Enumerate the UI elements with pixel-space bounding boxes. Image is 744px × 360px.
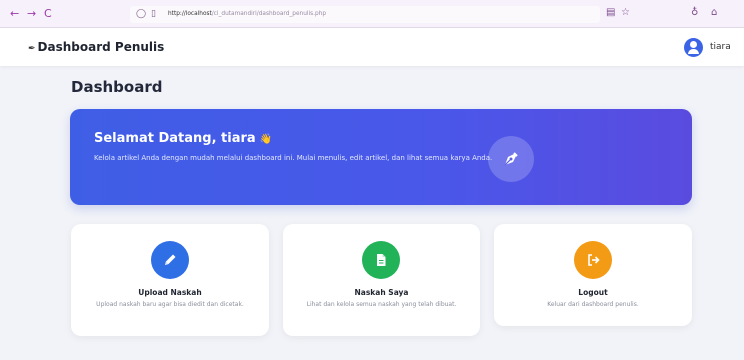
logout-icon [588, 254, 600, 266]
pencil-icon [165, 254, 176, 265]
forward-arrow-icon[interactable]: → [27, 7, 36, 21]
card-logout[interactable]: Logout Keluar dari dashboard penulis. [494, 224, 692, 326]
avatar[interactable] [684, 38, 703, 57]
firefox-account-icon[interactable]: ♁ [691, 6, 698, 20]
reload-icon[interactable]: C [44, 7, 52, 21]
pen-nib-icon [504, 152, 518, 166]
bookmark-star-icon[interactable]: ☆ [621, 6, 630, 20]
browser-toolbar: ← → C ◯ ▯ http://localhost/ci_dutamandir… [0, 0, 744, 28]
card-title: Logout [578, 288, 608, 297]
user-name[interactable]: tiara [710, 41, 731, 53]
app-header: ✒ Dashboard Penulis tiara [0, 28, 744, 66]
reader-view-icon[interactable]: ▤ [606, 6, 615, 20]
card-naskah-saya[interactable]: Naskah Saya Lihat dan kelola semua naska… [283, 224, 480, 336]
welcome-banner: Selamat Datang, tiara 👋 Kelola artikel An… [70, 109, 692, 205]
feather-icon: ✒ [28, 44, 36, 54]
extensions-icon[interactable]: ⌂ [711, 6, 717, 20]
url-text: http://localhost/ci_dutamandiri/dashboar… [168, 11, 326, 17]
waving-hand-icon: 👋 [259, 134, 273, 145]
address-bar[interactable]: ◯ ▯ http://localhost/ci_dutamandiri/dash… [130, 6, 600, 23]
welcome-text: Kelola artikel Anda dengan mudah melalui… [94, 154, 493, 162]
card-icon-circle [151, 241, 189, 279]
brand-title: Dashboard Penulis [37, 40, 165, 54]
page-icon: ▯ [151, 9, 156, 19]
card-desc: Keluar dari dashboard penulis. [547, 301, 639, 308]
card-desc: Upload naskah baru agar bisa diedit dan … [96, 301, 244, 308]
back-arrow-icon[interactable]: ← [10, 7, 19, 21]
card-title: Naskah Saya [354, 288, 409, 297]
card-title: Upload Naskah [138, 288, 202, 297]
file-icon [377, 254, 386, 266]
pen-nib-badge [488, 136, 534, 182]
card-icon-circle [574, 241, 612, 279]
page-title: Dashboard [71, 78, 163, 96]
shield-icon: ◯ [136, 9, 147, 19]
card-upload-naskah[interactable]: Upload Naskah Upload naskah baru agar bi… [71, 224, 269, 336]
welcome-title: Selamat Datang, tiara 👋 [94, 131, 273, 146]
brand[interactable]: ✒ Dashboard Penulis [28, 40, 164, 56]
card-icon-circle [362, 241, 400, 279]
card-desc: Lihat dan kelola semua naskah yang telah… [306, 301, 457, 308]
